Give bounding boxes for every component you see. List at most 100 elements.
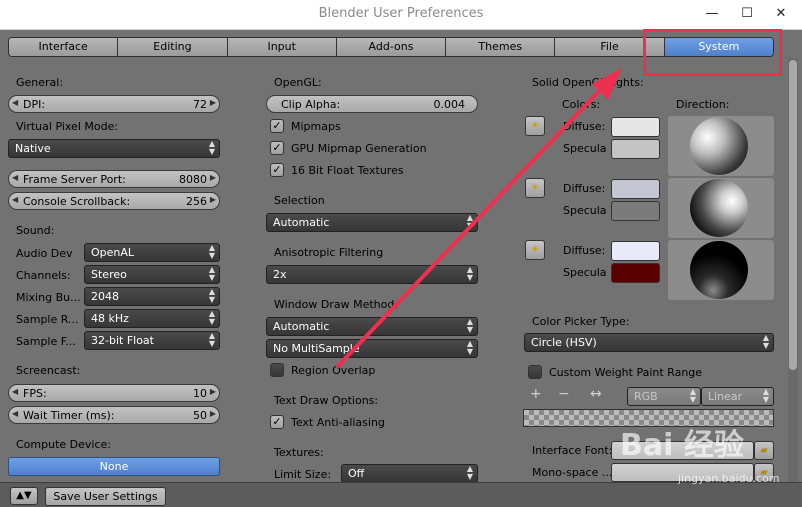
light-1-bulb-icon[interactable]: ☀ [525,116,545,136]
selection-value: Automatic [273,216,330,229]
audio-dev-dropdown[interactable]: OpenAL ▲ ▼ [84,243,220,262]
anisotropic-dropdown[interactable]: 2x ▲ ▼ [266,265,478,284]
light-2-direction-preview[interactable] [668,178,774,238]
decrement-arrow-icon[interactable]: ◀ [12,98,18,107]
tab-addons[interactable]: Add-ons [336,38,447,56]
updown-icon: ▲ ▼ [466,265,473,282]
light-2-specular-label: Specula [563,204,607,217]
region-overlap-checkbox[interactable] [270,363,284,377]
decrement-arrow-icon[interactable]: ◀ [12,409,18,418]
compute-none-button[interactable]: None [8,457,220,476]
updown-icon: ▲ ▼ [208,331,215,348]
updown-icon: ▲ ▼ [762,333,769,350]
channels-dropdown[interactable]: Stereo ▲ ▼ [84,265,220,284]
light-3-sphere[interactable] [690,241,748,299]
opengl-label: OpenGL: [274,76,322,89]
sample-rate-label: Sample R... [16,313,79,326]
gpu-mipmap-label: GPU Mipmap Generation [291,142,427,155]
weight-paint-checkbox[interactable] [528,365,542,379]
remove-stop-icon[interactable]: − [558,386,570,402]
updown-icon: ▲ ▼ [466,317,473,334]
decrement-arrow-icon[interactable]: ◀ [12,195,18,204]
limit-size-value: Off [348,467,365,480]
multisample-value: No MultiSample [273,342,360,355]
frame-server-port-field[interactable]: ◀ Frame Server Port: 8080 ▶ [8,170,220,188]
increment-arrow-icon[interactable]: ▶ [210,195,216,204]
light-1-diffuse-swatch[interactable] [611,117,660,137]
light-3-specular-swatch[interactable] [611,263,660,283]
light-2-specular-swatch[interactable] [611,201,660,221]
sample-format-dropdown[interactable]: 32-bit Float ▲ ▼ [84,331,220,350]
channels-value: Stereo [91,268,127,281]
tab-themes[interactable]: Themes [446,38,556,56]
text-draw-label: Text Draw Options: [274,394,379,407]
updown-icon: ▲ ▼ [466,213,473,230]
decrement-arrow-icon[interactable]: ◀ [12,387,18,396]
gpu-mipmap-checkbox[interactable]: ✓ [270,141,284,155]
updown-icon: ▲ ▼ [208,265,215,282]
maximize-icon[interactable]: ☐ [732,4,762,24]
fps-field[interactable]: ◀ FPS: 10 ▶ [8,384,220,402]
mixing-buffer-dropdown[interactable]: 2048 ▲ ▼ [84,287,220,306]
increment-arrow-icon[interactable]: ▶ [210,173,216,182]
wait-timer-field[interactable]: ◀ Wait Timer (ms): 50 ▶ [8,406,220,424]
mipmaps-checkbox[interactable]: ✓ [270,119,284,133]
tab-interface[interactable]: Interface [9,38,119,56]
virtual-pixel-dropdown[interactable]: Native ▲ ▼ [8,139,220,158]
light-3-direction-preview[interactable] [668,240,774,300]
updown-icon: ▲ ▼ [208,287,215,304]
light-2-sphere[interactable] [690,179,748,237]
updown-icon: ▲ ▼ [762,387,769,404]
fps-label: FPS: [23,387,47,400]
console-scrollback-label: Console Scrollback: [23,195,131,208]
tab-editing[interactable]: Editing [118,38,228,56]
scrollbar-thumb[interactable] [789,60,797,370]
dpi-label: DPI: [23,98,46,111]
sample-rate-dropdown[interactable]: 48 kHz ▲ ▼ [84,309,220,328]
limit-size-label: Limit Size: [274,468,332,481]
light-3-bulb-icon[interactable]: ☀ [525,240,545,260]
updown-icon: ▲ ▼ [466,464,473,481]
save-user-settings-button[interactable]: Save User Settings [45,487,166,506]
tab-input[interactable]: Input [227,38,337,56]
multisample-dropdown[interactable]: No MultiSample ▲ ▼ [266,339,478,358]
light-3-specular-label: Specula [563,266,607,279]
increment-arrow-icon[interactable]: ▶ [210,409,216,418]
light-1-specular-swatch[interactable] [611,139,660,159]
increment-arrow-icon[interactable]: ▶ [210,387,216,396]
color-picker-dropdown[interactable]: Circle (HSV) ▲ ▼ [524,333,774,352]
swap-icon[interactable]: ↔ [590,386,602,402]
decrement-arrow-icon[interactable]: ◀ [12,173,18,182]
mono-font-label: Mono-space ... [532,466,613,479]
solid-lights-label: Solid OpenGL lights: [532,76,644,89]
light-1-direction-preview[interactable] [668,116,774,176]
color-mode-dropdown[interactable]: RGB ▲ ▼ [627,387,701,406]
sample-rate-value: 48 kHz [91,312,129,325]
light-1-sphere[interactable] [690,117,748,175]
colors-label: Colors: [562,98,601,111]
float-textures-checkbox[interactable]: ✓ [270,163,284,177]
window-title: Blender User Preferences [318,6,484,21]
console-scrollback-field[interactable]: ◀ Console Scrollback: 256 ▶ [8,192,220,210]
interpolation-dropdown[interactable]: Linear ▲ ▼ [701,387,774,406]
light-2-bulb-icon[interactable]: ☀ [525,178,545,198]
audio-dev-label: Audio Dev [16,247,73,260]
fps-value: 10 [193,387,207,400]
dpi-field[interactable]: ◀ DPI: 72 ▶ [8,95,220,113]
minimize-icon[interactable]: — [697,4,727,24]
add-stop-icon[interactable]: + [530,386,542,402]
selection-dropdown[interactable]: Automatic ▲ ▼ [266,213,478,232]
text-antialias-checkbox[interactable]: ✓ [270,415,284,429]
watermark-url: jingyan.baidu.com [678,472,780,485]
limit-size-dropdown[interactable]: Off ▲ ▼ [341,464,478,483]
increment-arrow-icon[interactable]: ▶ [210,98,216,107]
window-draw-dropdown[interactable]: Automatic ▲ ▼ [266,317,478,336]
light-2-diffuse-swatch[interactable] [611,179,660,199]
clip-alpha-slider[interactable]: Clip Alpha: 0.004 [266,95,478,113]
footer-bar: ▲▼ Save User Settings [0,482,802,507]
window-draw-label: Window Draw Method: [274,298,399,311]
editor-type-icon[interactable]: ▲▼ [10,487,38,505]
close-icon[interactable]: ✕ [766,4,796,24]
updown-icon: ▲ ▼ [689,387,696,404]
light-3-diffuse-swatch[interactable] [611,241,660,261]
